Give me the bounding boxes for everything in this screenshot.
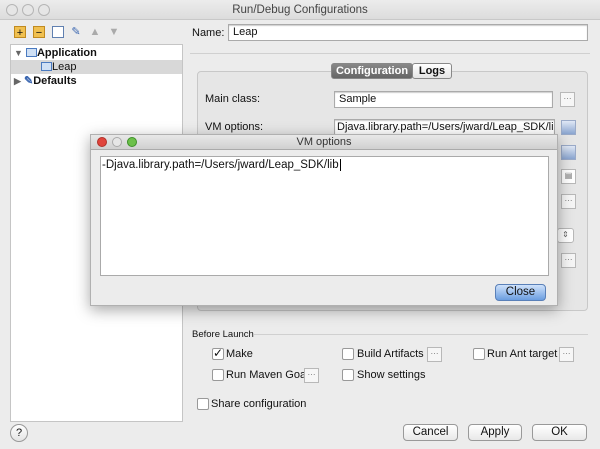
collapse-arrow-icon[interactable]: ▶ [14,76,21,86]
before-launch-label: Before Launch [192,329,254,340]
make-label: Make [226,348,253,360]
dialog-close-icon[interactable] [97,137,107,147]
run-ant-target-checkbox[interactable] [473,348,485,360]
expand-vm-options-icon[interactable] [561,120,576,135]
vm-options-textarea[interactable]: -Djava.library.path=/Users/jward/Leap_SD… [100,156,549,276]
vm-options-dialog: VM options -Djava.library.path=/Users/jw… [90,134,558,306]
show-settings-checkbox[interactable] [342,369,354,381]
tab-configuration[interactable]: Configuration [331,63,413,79]
document-icon[interactable]: ▤ [561,169,576,184]
share-configuration-checkbox[interactable] [197,398,209,410]
ok-button[interactable]: OK [532,424,587,441]
dialog-title: VM options [296,136,352,148]
share-configuration-label: Share configuration [211,398,307,410]
minimize-window-button[interactable] [22,4,34,16]
run-ant-target-options-button[interactable]: ··· [559,347,574,362]
divider [254,334,588,335]
dialog-title-bar: VM options [91,135,557,150]
browse-main-class-button[interactable]: ··· [560,92,575,107]
run-ant-target-label: Run Ant target [487,348,558,360]
text-cursor [339,159,341,171]
remove-icon[interactable]: − [33,26,45,39]
run-maven-goal-options-button[interactable]: ··· [304,368,319,383]
show-settings-label: Show settings [357,369,426,381]
copy-icon[interactable] [52,26,64,38]
divider [190,53,590,54]
main-class-input[interactable]: Sample [334,91,553,108]
title-bar: Run/Debug Configurations [0,0,600,20]
dialog-minimize-icon[interactable] [112,137,122,147]
cancel-button[interactable]: Cancel [403,424,458,441]
application-icon [41,62,52,71]
browse-button[interactable]: ··· [561,194,576,209]
close-window-button[interactable] [6,4,18,16]
edit-defaults-icon[interactable]: ✎ [70,26,82,38]
application-icon [25,48,37,57]
tree-item-defaults[interactable]: ▶ ✎Defaults [11,74,182,88]
build-artifacts-label: Build Artifacts [357,348,424,360]
tree-item-leap[interactable]: Leap [11,60,182,74]
build-artifacts-options-button[interactable]: ··· [427,347,442,362]
name-label: Name: [192,27,225,39]
close-button[interactable]: Close [495,284,546,301]
tree-label: Leap [52,61,77,73]
tree-label: Defaults [33,75,77,87]
vm-options-label: VM options: [205,121,264,133]
move-down-icon[interactable]: ▼ [108,26,120,38]
zoom-window-button[interactable] [38,4,50,16]
help-button[interactable]: ? [10,424,28,442]
move-up-icon[interactable]: ▲ [89,26,101,38]
apply-button[interactable]: Apply [468,424,522,441]
add-icon[interactable]: + [14,26,26,39]
build-artifacts-checkbox[interactable] [342,348,354,360]
vm-options-text: -Djava.library.path=/Users/jward/Leap_SD… [102,159,339,171]
expand-program-args-icon[interactable] [561,145,576,160]
make-checkbox[interactable]: ✓ [212,347,224,360]
run-maven-goal-label: Run Maven Goal [226,369,309,381]
tree-item-application[interactable]: ▼ Application [11,46,182,60]
window-title: Run/Debug Configurations [232,4,368,16]
module-select-stepper-icon[interactable]: ⇕ [557,228,574,243]
defaults-icon: ✎ [23,75,34,87]
main-class-label: Main class: [205,93,261,105]
name-input[interactable]: Leap [228,24,588,41]
tab-logs[interactable]: Logs [412,63,452,79]
run-maven-goal-checkbox[interactable] [212,369,224,381]
dialog-zoom-icon[interactable] [127,137,137,147]
tree-label: Application [36,47,97,59]
expand-arrow-icon[interactable]: ▼ [14,48,23,58]
browse-jre-button[interactable]: ··· [561,253,576,268]
